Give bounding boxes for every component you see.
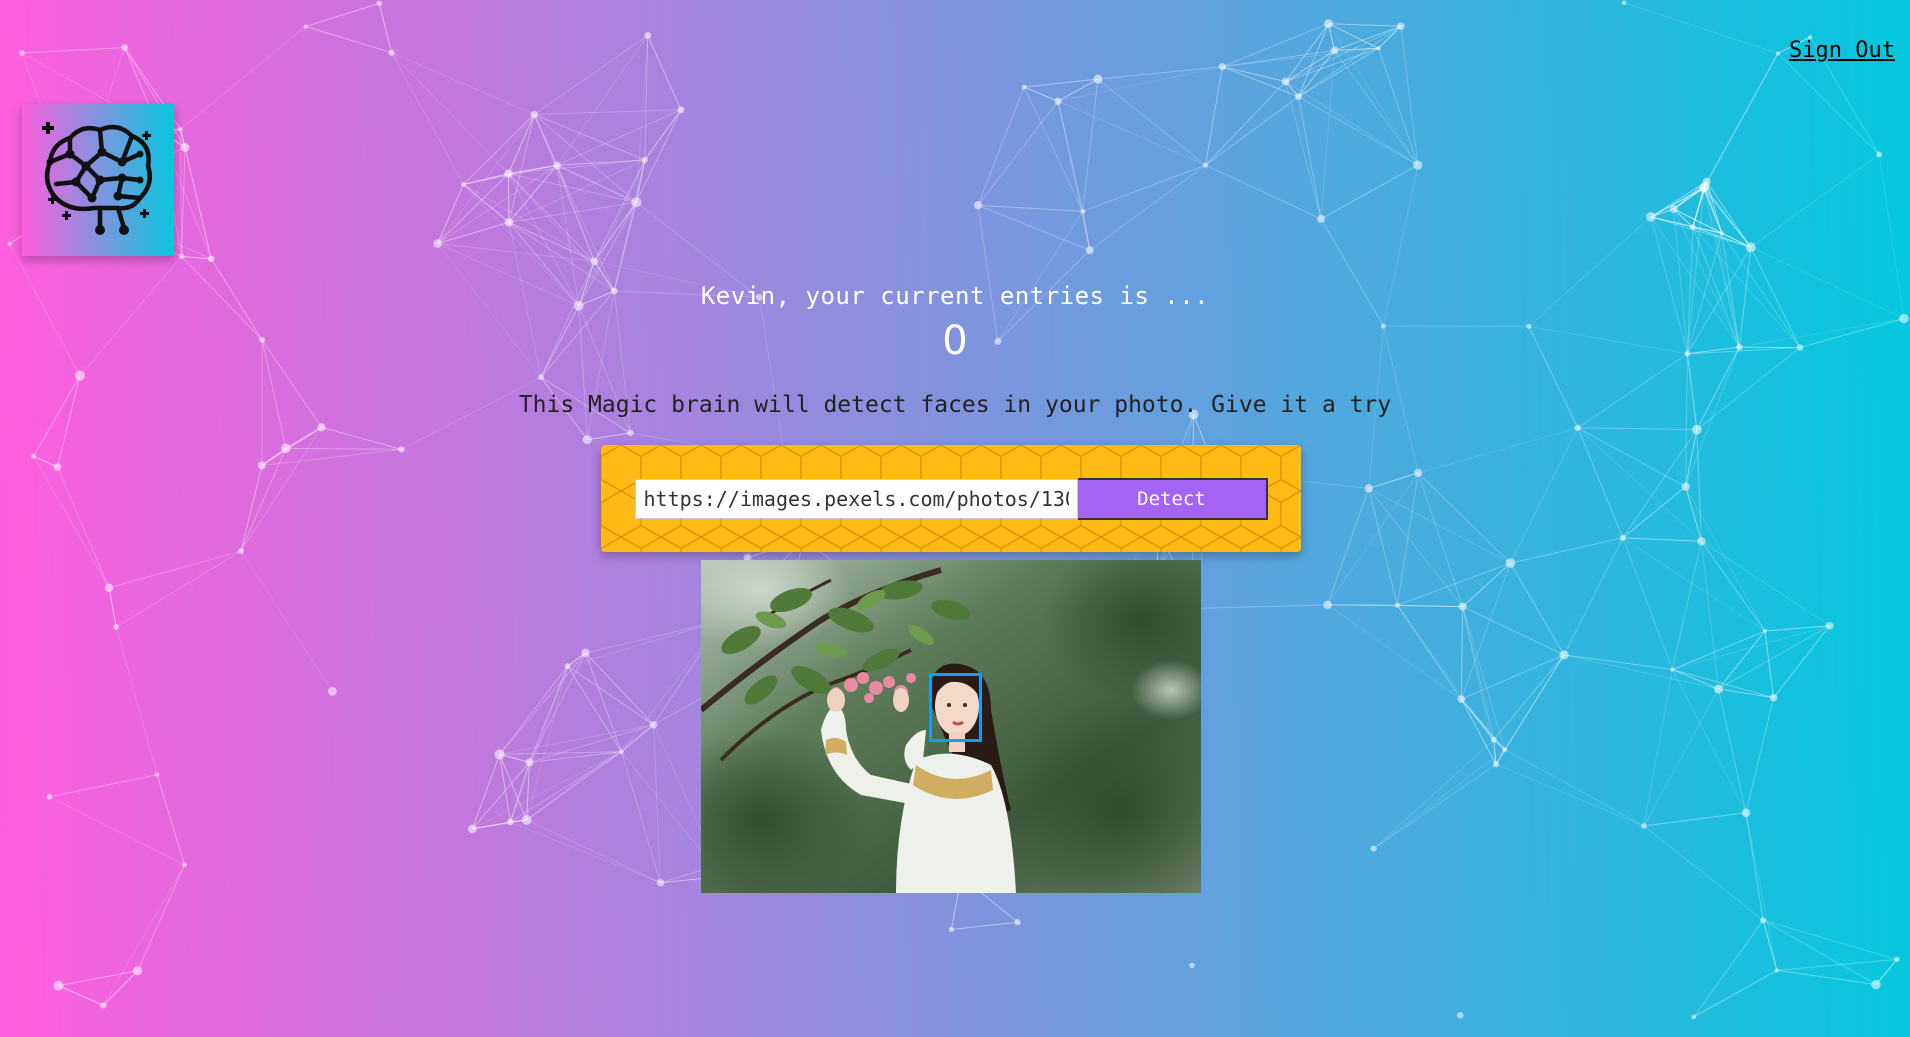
instructions-text: This Magic brain will detect faces in yo…: [518, 392, 1392, 418]
entries-count: 0: [942, 318, 968, 364]
brain-network-icon: [42, 122, 152, 235]
image-url-input[interactable]: [634, 478, 1078, 519]
detect-button[interactable]: Detect: [1077, 477, 1268, 520]
logo[interactable]: [22, 104, 174, 256]
face-recognition-image: [701, 560, 1201, 893]
face-bounding-box: [929, 673, 982, 742]
image-link-form: Detect: [601, 445, 1301, 552]
rank-section: Kevin, your current entries is ... 0: [0, 282, 1910, 364]
rank-text: Kevin, your current entries is ...: [700, 282, 1210, 310]
sign-out-link[interactable]: Sign Out: [1789, 38, 1895, 63]
